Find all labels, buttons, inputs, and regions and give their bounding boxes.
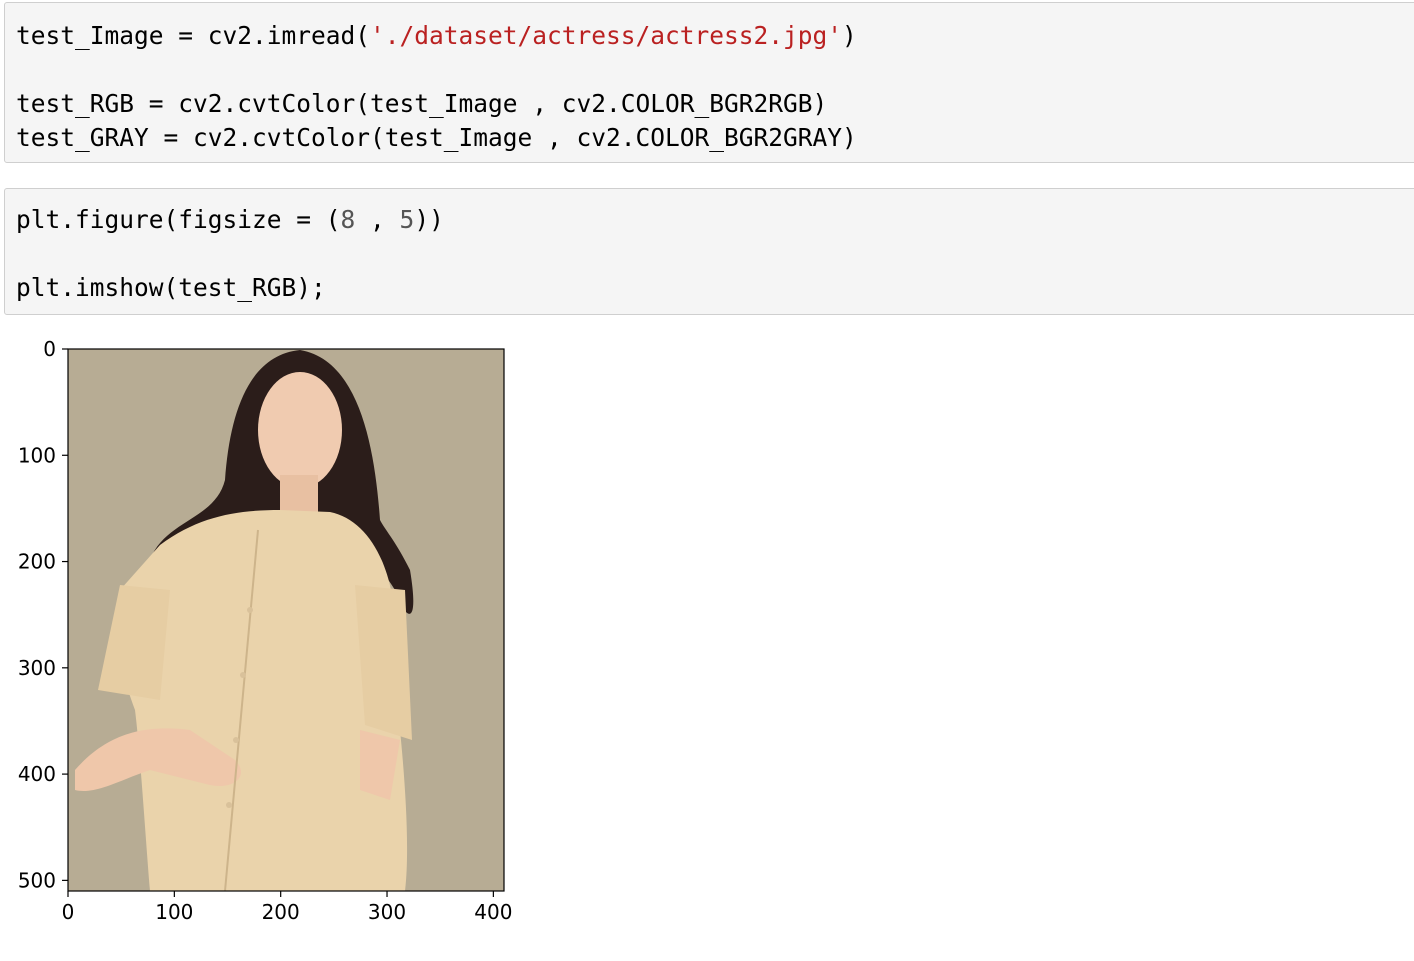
output-plot: 0 100 200 300 400 0 100 200 300 400 500 bbox=[0, 330, 560, 956]
x-tick-label: 0 bbox=[62, 900, 75, 924]
code-line-rgb: test_RGB = cv2.cvtColor(test_Image , cv2… bbox=[16, 89, 828, 118]
shirt-button bbox=[226, 802, 232, 808]
number-literal: 8 bbox=[340, 205, 356, 234]
string-literal: './dataset/actress/actress2.jpg' bbox=[370, 21, 843, 50]
code-text: plt.figure(figsize = ( bbox=[16, 205, 341, 234]
code-text: test_Image = cv2.imread( bbox=[16, 21, 371, 50]
shirt-button bbox=[240, 672, 246, 678]
y-tick-label: 300 bbox=[18, 656, 56, 680]
y-tick-label: 200 bbox=[18, 550, 56, 574]
code-cell-1[interactable]: test_Image = cv2.imread('./dataset/actre… bbox=[4, 2, 1414, 163]
x-tick-label: 100 bbox=[155, 900, 193, 924]
x-tick-label: 300 bbox=[368, 900, 406, 924]
image-content bbox=[67, 348, 505, 892]
y-tick-label: 100 bbox=[18, 443, 56, 467]
code-text: ) bbox=[842, 21, 857, 50]
shirt-button bbox=[233, 737, 239, 743]
code-line-gray: test_GRAY = cv2.cvtColor(test_Image , cv… bbox=[16, 123, 857, 152]
y-tick-label: 500 bbox=[18, 868, 56, 892]
number-literal: 5 bbox=[399, 205, 415, 234]
imshow-figure: 0 100 200 300 400 0 100 200 300 400 500 bbox=[18, 337, 513, 924]
y-tick-label: 0 bbox=[43, 337, 56, 361]
code-line-figure: plt.figure(figsize = (8 , 5)) bbox=[16, 203, 444, 237]
code-text: , bbox=[355, 205, 400, 234]
y-tick-label: 400 bbox=[18, 762, 56, 786]
code-line-imread: test_Image = cv2.imread('./dataset/actre… bbox=[16, 19, 857, 53]
code-cell-2[interactable]: plt.figure(figsize = (8 , 5)) plt.imshow… bbox=[4, 188, 1414, 315]
code-line-imshow: plt.imshow(test_RGB); bbox=[16, 273, 326, 302]
shirt-button bbox=[247, 607, 253, 613]
face bbox=[258, 372, 342, 488]
code-text: )) bbox=[414, 205, 444, 234]
x-tick-label: 200 bbox=[262, 900, 300, 924]
x-tick-label: 400 bbox=[474, 900, 512, 924]
